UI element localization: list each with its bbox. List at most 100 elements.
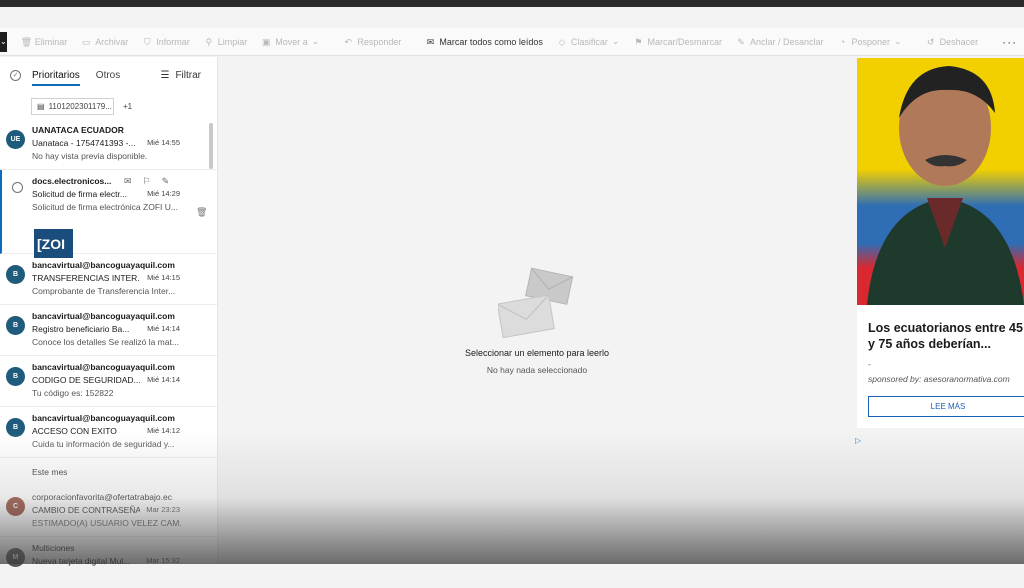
collapse-nav-button[interactable]: ⌄ — [0, 31, 7, 52]
ad-headline[interactable]: Los ecuatorianos entre 45 y 75 años debe… — [868, 320, 1024, 352]
ad-portrait-icon — [867, 66, 1024, 305]
mail-open-icon[interactable]: ✉ — [124, 176, 132, 187]
subject: ACCESO CON EXITO — [32, 426, 117, 436]
trash-icon: 🗑 — [20, 36, 33, 47]
clock-icon: ◔ — [839, 36, 846, 47]
select-all-checkbox[interactable]: ✓ — [10, 69, 21, 81]
subject: Uanataca - 1754741393 -... — [32, 138, 136, 148]
reply-button[interactable]: ↶ Responder — [343, 36, 402, 47]
sender: bancavirtual@bancoguayaquil.com — [32, 311, 175, 321]
ad-sponsor: sponsored by: asesoranormativa.com — [868, 374, 1010, 384]
preview: ESTIMADO(A) USUARIO VELEZ CAM... — [32, 518, 182, 528]
snooze-button[interactable]: ◔ Posponer ⌄ — [838, 36, 902, 47]
subject: CAMBIO DE CONTRASEÑA — [32, 505, 140, 515]
flag-button[interactable]: ⚑ Marcar/Desmarcar — [633, 37, 722, 47]
sender: bancavirtual@bancoguayaquil.com — [32, 260, 175, 270]
preview: Cuida tu información de seguridad y... — [32, 439, 175, 449]
time: Mar 15:32 — [146, 556, 180, 565]
undo-button[interactable]: ↺ Deshacer — [926, 36, 978, 47]
time: Mié 14:29 — [147, 189, 180, 198]
sender: docs.electronicos... — [32, 176, 112, 186]
mark-all-read-button[interactable]: ✉ Marcar todos como leídos — [425, 37, 543, 47]
preview: Conoce los detalles Se realizó la mat... — [32, 337, 179, 347]
reply-icon: ↶ — [344, 36, 353, 47]
more-options-button[interactable]: ··· — [1002, 35, 1017, 49]
time: Mié 14:12 — [147, 426, 180, 435]
move-to-button[interactable]: ▣ Mover a ⌄ — [261, 36, 319, 47]
pin-icon[interactable]: ✎ — [162, 176, 170, 187]
categorize-button[interactable]: ◇ Clasificar ⌄ — [557, 36, 619, 47]
attachment-chip[interactable]: ▤ 1101202301179... — [31, 97, 114, 115]
filter-icon: ☰ — [160, 69, 170, 81]
sweep-button[interactable]: ⚲ Limpiar — [204, 36, 247, 47]
envelope-illustration-icon — [498, 267, 574, 339]
chevron-down-icon: ⌄ — [311, 36, 320, 46]
tab-other[interactable]: Otros — [96, 70, 120, 81]
avatar: C — [6, 497, 25, 516]
time: Mar 23:23 — [146, 505, 180, 514]
list-item[interactable]: B bancavirtual@bancoguayaquil.com ACCESO… — [0, 407, 217, 458]
time: Mié 14:15 — [147, 273, 180, 282]
tab-focused[interactable]: Prioritarios — [32, 70, 80, 86]
group-header[interactable]: Este mes — [0, 458, 217, 486]
list-item-selected[interactable]: docs.electronicos... ✉ ⚐ ✎ Solicitud de … — [0, 170, 217, 258]
subject: CODIGO DE SEGURIDAD... — [32, 375, 140, 385]
ad-read-more-button[interactable]: LEE MÁS — [868, 396, 1024, 417]
preview: Tu código es: 152822 — [32, 388, 114, 398]
avatar: B — [6, 367, 25, 386]
folder-move-icon: ▣ — [262, 36, 271, 47]
sender: bancavirtual@bancoguayaquil.com — [32, 413, 175, 423]
list-item[interactable]: B bancavirtual@bancoguayaquil.com CODIGO… — [0, 356, 217, 407]
sender: corporacionfavorita@ofertatrabajo.ec — [32, 492, 172, 502]
list-item[interactable]: B bancavirtual@bancoguayaquil.com TRANSF… — [0, 254, 217, 305]
time: Mié 14:14 — [147, 324, 180, 333]
avatar: M — [6, 548, 25, 567]
list-item[interactable]: UE UANATACA ECUADOR Uanataca - 175474139… — [0, 119, 217, 170]
ad-panel[interactable]: Los ecuatorianos entre 45 y 75 años debe… — [857, 58, 1024, 428]
adchoices-icon[interactable]: ▷ — [855, 436, 861, 445]
sender: Multiciones — [32, 543, 75, 553]
reading-pane: Seleccionar un elemento para leerlo No h… — [219, 57, 855, 564]
ad-separator: - — [868, 360, 871, 369]
subject: Registro beneficiario Ba... — [32, 324, 130, 334]
file-icon: ▤ — [37, 101, 45, 111]
message-list-pane: ✓ Prioritarios Otros ☰ Filtrar ▤ 110120230… — [0, 57, 218, 567]
shield-icon: ⛉ — [143, 36, 151, 47]
pin-icon: ✎ — [737, 36, 745, 47]
list-item[interactable]: M Multiciones Nueva tarjeta digital Mul.… — [0, 537, 217, 588]
more-attachments[interactable]: +1 — [123, 102, 132, 111]
empty-state-subtitle: No hay nada seleccionado — [486, 365, 588, 375]
subject: Solicitud de firma electr... — [32, 189, 127, 199]
command-toolbar: ⌄ 🗑 Eliminar ▭ Archivar ⛉ Informar ⚲ Limpiar… — [0, 28, 1024, 56]
list-tabs: ✓ Prioritarios Otros ☰ Filtrar — [0, 57, 217, 93]
avatar: B — [6, 418, 25, 437]
ad-image[interactable] — [857, 58, 1024, 305]
avatar: UE — [6, 130, 25, 149]
archive-icon: ▭ — [81, 36, 91, 47]
empty-state-title: Seleccionar un elemento para leerlo — [464, 348, 610, 358]
filter-button[interactable]: ☰ Filtrar — [160, 70, 201, 81]
hover-actions: ✉ ⚐ ✎ — [124, 176, 169, 187]
pin-button[interactable]: ✎ Anclar / Desanclar — [736, 36, 823, 47]
trash-icon[interactable]: 🗑 — [196, 207, 207, 218]
avatar: B — [6, 265, 25, 284]
sender: bancavirtual@bancoguayaquil.com — [32, 362, 175, 372]
mail-open-icon: ✉ — [426, 36, 435, 47]
undo-icon: ↺ — [926, 36, 935, 47]
sender: UANATACA ECUADOR — [32, 125, 124, 135]
preview: Solicitud de firma electrónica ZOFI U... — [32, 202, 178, 212]
time: Mié 14:14 — [147, 375, 180, 384]
preview: Comprobante de Transferencia Inter... — [32, 286, 176, 296]
list-item[interactable]: B bancavirtual@bancoguayaquil.com Regist… — [0, 305, 217, 356]
chevron-down-icon: ⌄ — [894, 36, 902, 46]
time: Mié 14:55 — [147, 138, 180, 147]
subject: Nueva tarjeta digital Mul... — [32, 556, 131, 566]
subject: TRANSFERENCIAS INTER... — [32, 273, 140, 283]
select-radio[interactable] — [12, 182, 23, 193]
delete-button[interactable]: 🗑 Eliminar — [21, 37, 68, 47]
report-button[interactable]: ⛉ Informar — [142, 37, 190, 47]
list-item[interactable]: C corporacionfavorita@ofertatrabajo.ec C… — [0, 486, 217, 537]
archive-button[interactable]: ▭ Archivar — [81, 37, 128, 47]
flag-icon[interactable]: ⚐ — [143, 176, 151, 187]
broom-icon: ⚲ — [205, 36, 213, 47]
